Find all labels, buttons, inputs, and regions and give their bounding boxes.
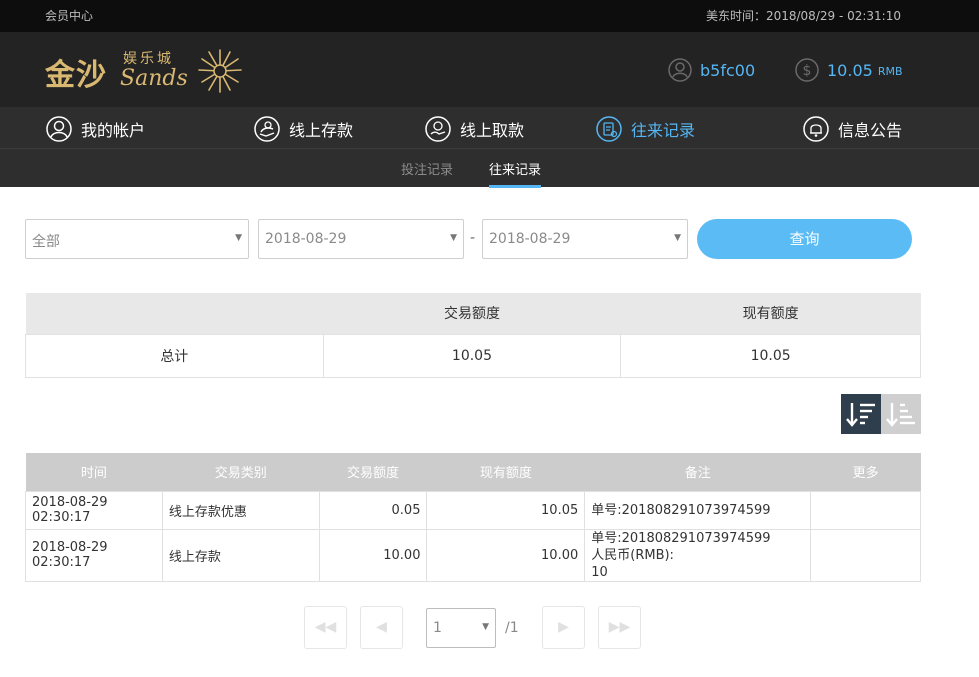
logo-small-text: 娱乐城 — [123, 51, 174, 67]
chevron-down-icon: ▼ — [235, 233, 242, 243]
withdraw-icon — [425, 116, 451, 142]
summary-table: 交易额度 现有额度 总计 10.05 10.05 — [25, 293, 921, 378]
nav-online-withdraw[interactable]: 线上取款 — [425, 116, 524, 142]
sub-nav: 投注记录 往来记录 — [0, 149, 979, 188]
sort-descending-icon — [846, 403, 875, 427]
balance-info: $ 10.05 RMB — [795, 58, 903, 82]
user-info[interactable]: b5fc00 — [668, 58, 755, 82]
logo-en-text: Sands — [120, 66, 188, 91]
row-time: 2018-08-29 02:30:17 — [25, 528, 163, 582]
prev-page-button[interactable]: ◀ — [360, 606, 403, 649]
nav-label: 往来记录 — [631, 121, 696, 140]
header-current-balance: 现有额度 — [426, 453, 585, 491]
date-separator: - — [470, 230, 476, 246]
sort-ascending-button[interactable] — [881, 394, 921, 434]
user-icon — [668, 58, 692, 82]
main-nav: 我的帐户 线上存款 线上取款 往来记录 信息公告 — [0, 107, 979, 149]
summary-header-transaction-amount: 交易额度 — [323, 293, 621, 334]
chevron-down-icon: ▼ — [482, 622, 489, 632]
nav-label: 我的帐户 — [81, 121, 146, 140]
row-note: 单号:201808291073974599 — [584, 490, 812, 530]
next-page-button[interactable]: ▶ — [542, 606, 585, 649]
balance-currency: RMB — [877, 65, 903, 78]
tab-transaction-records[interactable]: 往来记录 — [489, 159, 542, 188]
double-chevron-left-icon: ◀◀ — [314, 619, 337, 635]
sun-logo-icon — [198, 49, 242, 93]
us-east-time: 美东时间：2018/08/29 - 02:31:10 — [705, 9, 901, 23]
row-more[interactable] — [810, 528, 921, 582]
summary-header-empty — [25, 293, 324, 334]
header-note: 备注 — [584, 453, 811, 491]
page-select[interactable]: 1 ▼ — [426, 608, 496, 648]
summary-total-row: 总计 10.05 10.05 — [25, 333, 921, 378]
summary-header-current-balance: 现有额度 — [620, 293, 921, 334]
row-balance: 10.00 — [426, 528, 586, 582]
page-select-value: 1 — [433, 620, 442, 636]
last-page-button[interactable]: ▶▶ — [598, 606, 641, 649]
chevron-down-icon: ▼ — [674, 233, 681, 243]
header-transaction-amount: 交易额度 — [319, 453, 427, 491]
summary-total-balance: 10.05 — [620, 333, 921, 378]
header-more: 更多 — [810, 453, 921, 491]
deposit-icon — [254, 116, 280, 142]
records-table: 时间 交易类别 交易额度 现有额度 备注 更多 2018-08-29 02:30… — [25, 453, 921, 582]
row-more[interactable] — [810, 490, 921, 530]
type-select-value: 全部 — [32, 234, 60, 250]
sort-descending-button[interactable] — [841, 394, 881, 434]
nav-label: 信息公告 — [838, 121, 903, 140]
summary-total-label: 总计 — [25, 333, 324, 378]
user-icon — [46, 116, 72, 142]
nav-transaction-records[interactable]: 往来记录 — [596, 116, 695, 142]
note-line: 单号:201808291073974599 — [591, 502, 771, 518]
chevron-right-icon: ▶ — [558, 619, 569, 635]
end-date-select[interactable]: 2018-08-29 ▼ — [482, 219, 688, 259]
svg-text:$: $ — [803, 63, 812, 79]
row-time: 2018-08-29 02:30:17 — [25, 490, 163, 530]
header-transaction-type: 交易类别 — [162, 453, 320, 491]
nav-label: 线上存款 — [289, 121, 354, 140]
sort-ascending-icon — [886, 403, 915, 427]
nav-label: 线上取款 — [460, 121, 525, 140]
row-note: 单号:201808291073974599 人民币(RMB): 10 — [584, 528, 812, 582]
logo-cn-text: 金沙 — [45, 58, 107, 93]
row-type: 线上存款 — [161, 528, 320, 582]
summary-total-amount: 10.05 — [322, 333, 622, 378]
row-amount: 10.00 — [318, 528, 428, 582]
row-balance: 10.05 — [426, 490, 586, 530]
page-total: /1 — [505, 620, 519, 636]
sands-logo[interactable]: 金沙 娱乐城 Sands — [45, 46, 245, 96]
type-select[interactable]: 全部 ▼ — [25, 219, 249, 259]
table-row: 2018-08-29 02:30:17 线上存款优惠 0.05 10.05 单号… — [25, 490, 921, 530]
chevron-down-icon: ▼ — [450, 233, 457, 243]
note-line: 人民币(RMB): — [591, 547, 674, 563]
nav-my-account[interactable]: 我的帐户 — [46, 116, 145, 142]
row-amount: 0.05 — [318, 490, 428, 530]
start-date-value: 2018-08-29 — [265, 231, 347, 247]
double-chevron-right-icon: ▶▶ — [608, 619, 631, 635]
dollar-icon: $ — [795, 58, 819, 82]
end-date-value: 2018-08-29 — [489, 231, 571, 247]
query-button[interactable]: 查询 — [697, 219, 912, 259]
chevron-left-icon: ◀ — [376, 619, 387, 635]
note-line: 单号:201808291073974599 — [591, 530, 771, 546]
start-date-select[interactable]: 2018-08-29 ▼ — [258, 219, 464, 259]
username: b5fc00 — [700, 60, 756, 80]
records-header-row: 时间 交易类别 交易额度 现有额度 备注 更多 — [25, 453, 921, 491]
note-line: 10 — [591, 564, 608, 580]
balance-amount: 10.05 — [827, 60, 873, 80]
nav-online-deposit[interactable]: 线上存款 — [254, 116, 353, 142]
table-row: 2018-08-29 02:30:17 线上存款 10.00 10.00 单号:… — [25, 528, 921, 582]
tab-bet-records[interactable]: 投注记录 — [401, 159, 453, 178]
row-type: 线上存款优惠 — [161, 490, 320, 530]
records-icon — [596, 116, 622, 142]
bell-icon — [803, 116, 829, 142]
first-page-button[interactable]: ◀◀ — [304, 606, 347, 649]
summary-header-row: 交易额度 现有额度 — [25, 293, 921, 334]
header-time: 时间 — [25, 453, 163, 491]
member-center-link[interactable]: 会员中心 — [45, 7, 93, 24]
top-bar: 会员中心 美东时间：2018/08/29 - 02:31:10 — [0, 0, 979, 32]
header: 金沙 娱乐城 Sands b5fc00 $ 10.05 RMB — [0, 32, 979, 107]
nav-announcements[interactable]: 信息公告 — [803, 116, 902, 142]
